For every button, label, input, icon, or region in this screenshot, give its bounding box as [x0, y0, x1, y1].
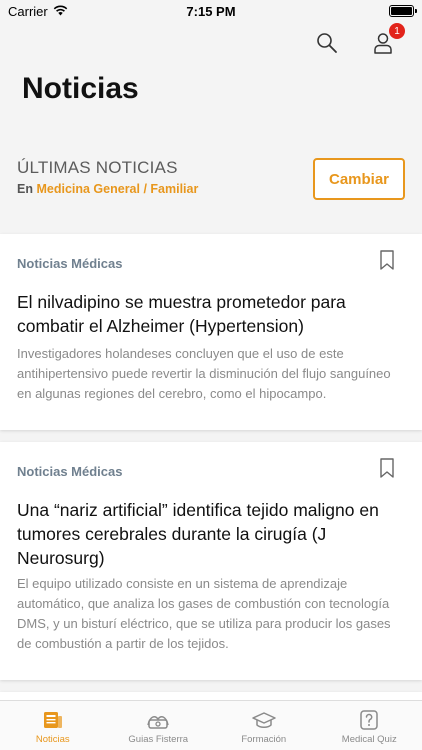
- tab-formacion[interactable]: Formación: [211, 701, 317, 750]
- tab-label: Formación: [241, 734, 287, 745]
- news-title[interactable]: El nilvadipino se muestra prometedor par…: [17, 290, 405, 338]
- carrier-label: Carrier: [8, 3, 48, 19]
- latest-prefix: En: [17, 182, 33, 196]
- page-title: Noticias: [22, 72, 139, 105]
- specialty-link[interactable]: Medicina General / Familiar: [36, 182, 198, 196]
- change-button[interactable]: Cambiar: [313, 158, 405, 200]
- wifi-icon: [53, 4, 68, 19]
- status-time: 7:15 PM: [186, 3, 236, 19]
- news-card[interactable]: Noticias Médicas Una “nariz artificial” …: [0, 442, 422, 680]
- tab-bar: Noticias Guias Fisterra Formación Medica…: [0, 700, 422, 750]
- tab-noticias[interactable]: Noticias: [0, 701, 106, 750]
- newspaper-icon: [43, 712, 62, 728]
- tab-guias-fisterra[interactable]: Guias Fisterra: [106, 701, 212, 750]
- bookmark-icon: [380, 458, 394, 478]
- news-category: Noticias Médicas: [17, 464, 123, 479]
- battery-icon: [389, 5, 417, 17]
- status-bar: Carrier 7:15 PM: [0, 0, 422, 22]
- news-description: Investigadores holandeses concluyen que …: [17, 346, 391, 401]
- header-actions: 1: [314, 23, 405, 56]
- tab-label: Noticias: [35, 734, 70, 745]
- graduation-cap-icon: [252, 712, 276, 728]
- tab-label: Medical Quiz: [341, 734, 397, 745]
- bookmark-icon: [380, 250, 394, 270]
- bookmark-button[interactable]: [380, 250, 394, 275]
- guides-icon: [147, 716, 169, 729]
- quiz-icon: [360, 710, 378, 730]
- search-button[interactable]: [314, 30, 340, 56]
- tab-medical-quiz[interactable]: Medical Quiz: [317, 701, 422, 750]
- profile-button[interactable]: 1: [370, 23, 405, 56]
- status-left: Carrier: [8, 4, 68, 19]
- notification-badge: 1: [389, 23, 405, 39]
- news-title[interactable]: Una “nariz artificial” identifica tejido…: [17, 498, 405, 570]
- news-category: Noticias Médicas: [17, 256, 123, 271]
- news-description: El equipo utilizado consiste en un siste…: [17, 576, 391, 651]
- bookmark-button[interactable]: [380, 458, 394, 483]
- latest-news-section: ÚLTIMAS NOTICIAS En Medicina General / F…: [17, 158, 405, 202]
- news-card[interactable]: Noticias Médicas El nilvadipino se muest…: [0, 234, 422, 430]
- search-icon: [317, 33, 337, 53]
- tab-label: Guias Fisterra: [128, 734, 189, 745]
